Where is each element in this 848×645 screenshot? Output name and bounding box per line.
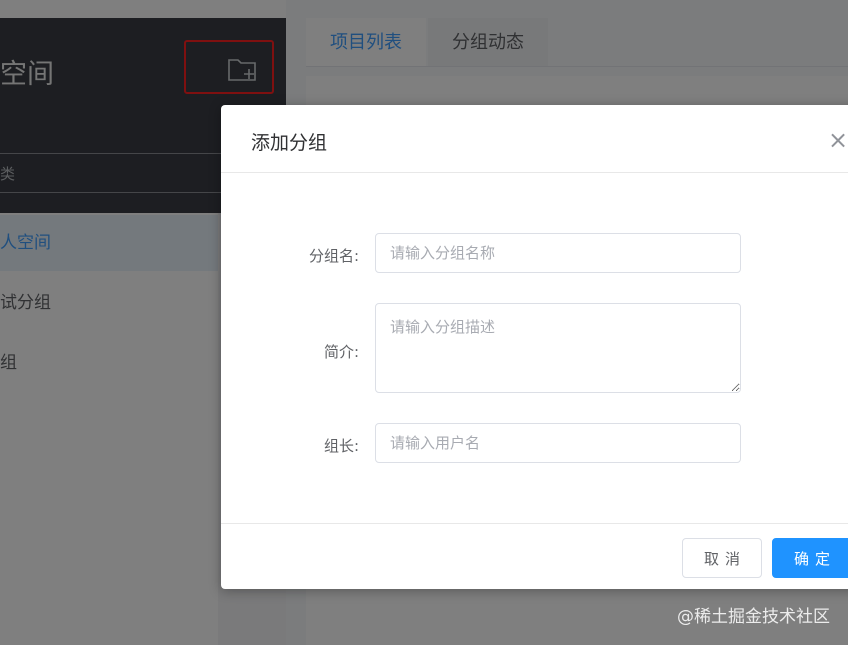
dialog-title: 添加分组 xyxy=(251,132,328,154)
group-name-input[interactable] xyxy=(375,233,741,273)
dialog-header-divider xyxy=(221,172,848,173)
dialog-footer-divider xyxy=(221,523,848,524)
add-group-dialog: 添加分组 × 分组名: 简介: 组长: 取消 确定 xyxy=(221,105,848,589)
intro-textarea[interactable] xyxy=(375,303,741,393)
group-name-label: 分组名: xyxy=(308,247,359,265)
leader-label: 组长: xyxy=(323,437,359,455)
watermark: @稀土掘金技术社区 xyxy=(677,607,830,627)
close-icon[interactable]: × xyxy=(828,128,848,152)
cancel-button[interactable]: 取消 xyxy=(682,538,762,578)
leader-input[interactable] xyxy=(375,423,741,463)
confirm-button[interactable]: 确定 xyxy=(772,538,848,578)
intro-label: 简介: xyxy=(323,343,359,361)
